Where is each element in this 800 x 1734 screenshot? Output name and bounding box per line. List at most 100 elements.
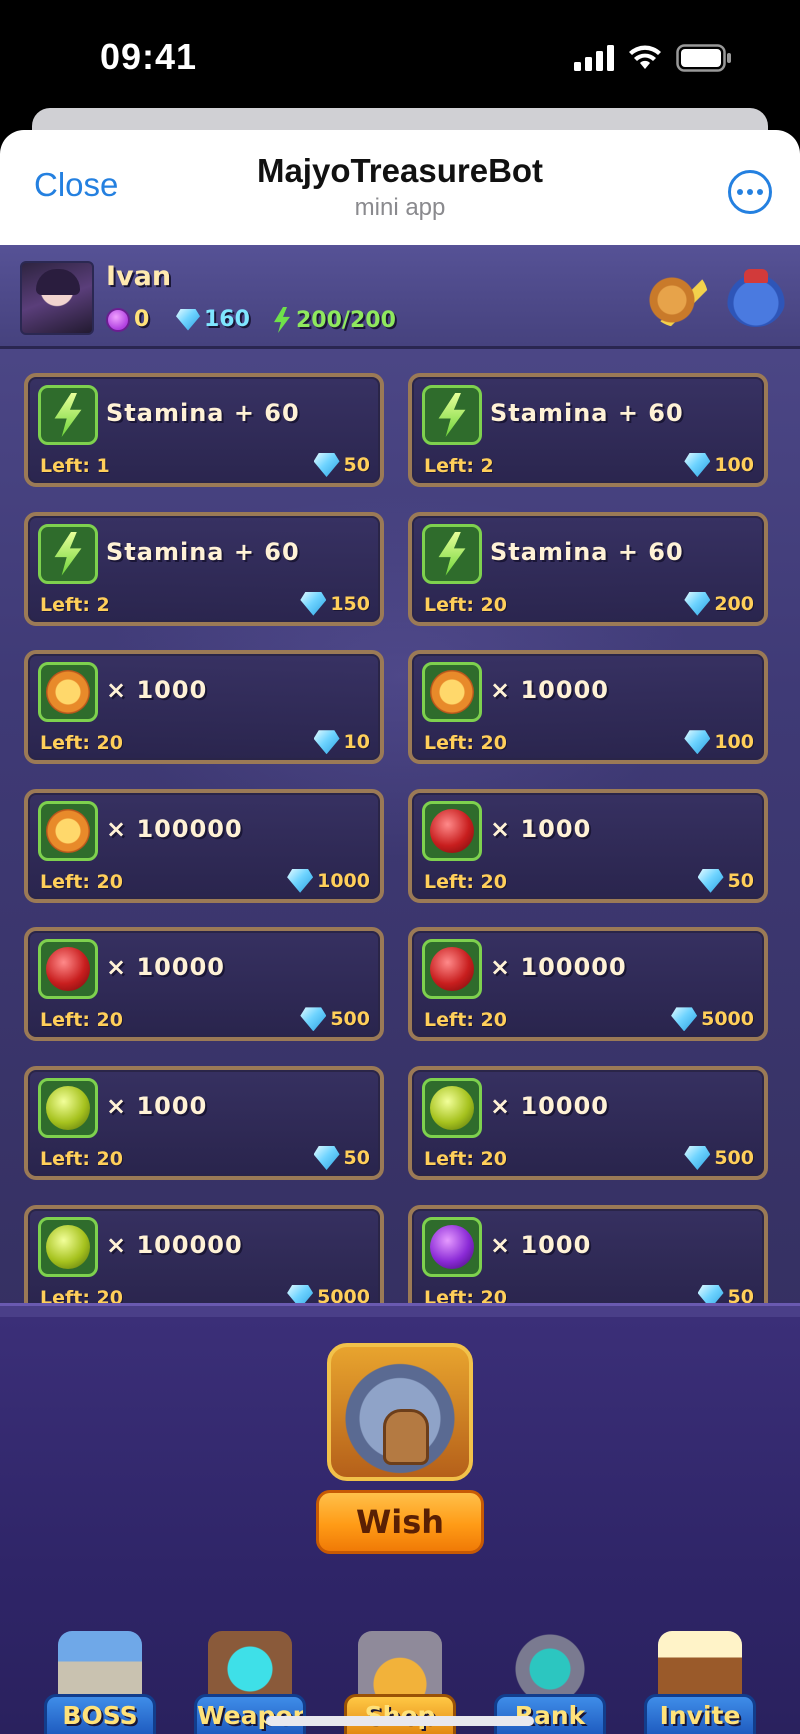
more-options-button[interactable]	[728, 170, 772, 214]
item-name: Stamina + 60	[106, 399, 300, 427]
item-price: 100	[684, 730, 754, 755]
item-price: 5000	[671, 1007, 754, 1032]
shop-item-card[interactable]: × 10000 Left: 20 100	[408, 650, 768, 765]
green-orb-icon	[422, 1078, 482, 1138]
gem-count: 160	[204, 307, 250, 332]
item-price: 100	[684, 453, 754, 477]
item-price: 500	[684, 1146, 754, 1170]
nav-boss[interactable]: BOSS	[40, 1629, 160, 1734]
item-price-value: 50	[343, 1147, 370, 1169]
red-orb-icon	[422, 939, 482, 1000]
item-name: × 100000	[106, 814, 243, 843]
gem-balance: 160	[176, 307, 250, 332]
panel-divider	[0, 1303, 800, 1317]
wifi-icon	[629, 45, 661, 69]
red-orb-icon	[38, 939, 98, 1000]
shop-item-card[interactable]: × 1000 Left: 20 50	[408, 788, 768, 903]
item-price-value: 500	[714, 1147, 754, 1169]
nav-label: BOSS	[44, 1694, 156, 1734]
item-stock: Left: 20	[40, 1009, 123, 1032]
gem-icon	[697, 868, 724, 893]
item-price: 5000	[287, 1284, 370, 1303]
green-orb-icon	[38, 1216, 98, 1277]
shop-item-card[interactable]: Stamina + 60 Left: 2 150	[24, 511, 384, 626]
avatar[interactable]	[20, 261, 94, 335]
profile-bar: Ivan 0 160 200/200	[0, 245, 800, 349]
shop-item-card[interactable]: × 100000 Left: 20 5000	[24, 1204, 384, 1303]
item-price-value: 150	[330, 592, 370, 615]
item-stock: Left: 20	[40, 870, 123, 893]
shop-item-card[interactable]: × 1000 Left: 20 50	[408, 1204, 768, 1303]
item-name: × 1000	[106, 676, 208, 705]
dot-icon	[757, 189, 763, 195]
coin-icon	[106, 307, 130, 332]
red-orb-icon	[422, 800, 482, 861]
item-name: Stamina + 60	[106, 537, 300, 566]
item-price: 150	[300, 591, 370, 616]
bot-title: MajyoTreasureBot	[256, 152, 544, 189]
shop-item-card[interactable]: × 100000 Left: 20 1000	[24, 788, 384, 903]
stamina-icon	[422, 523, 482, 584]
gem-icon	[684, 730, 711, 755]
gem-icon	[313, 730, 340, 755]
bot-subtitle: mini app	[354, 194, 446, 221]
item-name: × 1000	[490, 814, 592, 843]
gem-icon	[697, 1284, 724, 1303]
item-stock: Left: 2	[424, 455, 494, 477]
gem-icon	[287, 868, 314, 893]
item-price-value: 5000	[317, 1285, 370, 1303]
item-name: Stamina + 60	[490, 537, 684, 566]
item-price-value: 5000	[701, 1008, 754, 1031]
gem-icon	[684, 1146, 711, 1170]
stamina-icon	[274, 307, 290, 333]
gem-icon	[176, 308, 200, 331]
shop-item-card[interactable]: Stamina + 60 Left: 1 50	[24, 373, 384, 487]
shop-item-card[interactable]: × 10000 Left: 20 500	[408, 1066, 768, 1180]
shop-item-card[interactable]: × 10000 Left: 20 500	[24, 927, 384, 1042]
shop-item-card[interactable]: × 1000 Left: 20 10	[24, 650, 384, 765]
item-price-value: 50	[343, 454, 370, 476]
item-price-value: 200	[714, 592, 754, 615]
purple-orb-icon	[422, 1216, 482, 1277]
announcement-horn-icon[interactable]	[648, 267, 708, 327]
item-name: × 100000	[106, 1230, 243, 1259]
game-area: Ivan 0 160 200/200 Stamina + 60 Left: 1 50…	[0, 245, 800, 1734]
wish-button[interactable]: Wish	[316, 1490, 484, 1554]
nav-label: Shop	[344, 1694, 456, 1734]
status-bar: 09:41	[0, 0, 800, 110]
shop-item-card[interactable]: Stamina + 60 Left: 2 100	[408, 373, 768, 487]
item-price-value: 500	[330, 1008, 370, 1031]
item-price-value: 50	[727, 869, 754, 892]
item-name: × 10000	[490, 676, 609, 705]
shop-item-card[interactable]: × 100000 Left: 20 5000	[408, 927, 768, 1042]
inventory-bag-icon[interactable]	[726, 267, 786, 327]
gold-medal-icon	[422, 662, 482, 723]
status-icons	[574, 44, 732, 72]
item-price: 50	[313, 453, 370, 477]
item-stock: Left: 2	[40, 593, 110, 616]
gem-icon	[313, 1146, 340, 1170]
player-name: Ivan	[106, 261, 172, 292]
item-stock: Left: 1	[40, 455, 110, 477]
stamina-icon	[422, 385, 482, 445]
gem-icon	[684, 453, 711, 477]
item-name: × 1000	[490, 1230, 592, 1259]
gem-icon	[684, 591, 711, 616]
item-stock: Left: 20	[424, 732, 507, 755]
gem-icon	[313, 453, 340, 477]
cellular-signal-icon	[574, 45, 614, 71]
nav-invite[interactable]: Invite	[640, 1629, 760, 1734]
item-stock: Left: 20	[40, 732, 123, 755]
item-name: × 100000	[490, 953, 627, 982]
nav-label: Rank	[494, 1694, 606, 1734]
shop-item-card[interactable]: Stamina + 60 Left: 20 200	[408, 511, 768, 626]
item-price: 1000	[287, 868, 370, 893]
miniapp-header: Close MajyoTreasureBot mini app	[0, 130, 800, 245]
item-price: 500	[300, 1007, 370, 1032]
gold-medal-icon	[38, 800, 98, 861]
item-price-value: 50	[727, 1285, 754, 1303]
shop-item-card[interactable]: × 1000 Left: 20 50	[24, 1066, 384, 1180]
dot-icon	[747, 189, 753, 195]
treasure-chest-icon	[327, 1343, 473, 1481]
item-stock: Left: 20	[424, 1148, 507, 1170]
